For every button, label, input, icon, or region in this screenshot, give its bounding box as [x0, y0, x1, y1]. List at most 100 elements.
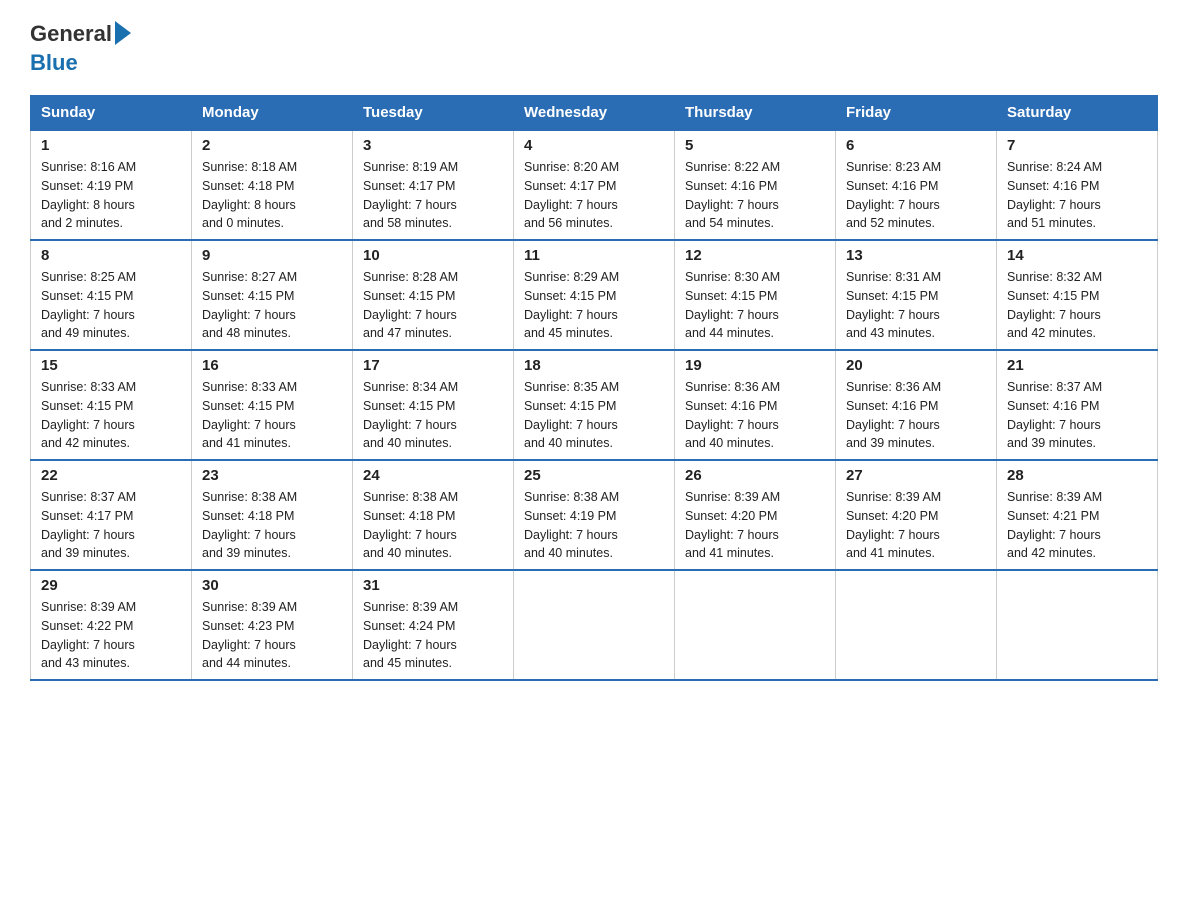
day-info: Sunrise: 8:36 AMSunset: 4:16 PMDaylight:… [846, 378, 986, 453]
day-number: 4 [524, 137, 664, 154]
day-info: Sunrise: 8:31 AMSunset: 4:15 PMDaylight:… [846, 268, 986, 343]
day-info: Sunrise: 8:36 AMSunset: 4:16 PMDaylight:… [685, 378, 825, 453]
day-info: Sunrise: 8:29 AMSunset: 4:15 PMDaylight:… [524, 268, 664, 343]
day-number: 19 [685, 357, 825, 374]
calendar-cell: 9 Sunrise: 8:27 AMSunset: 4:15 PMDayligh… [192, 240, 353, 350]
calendar-week-2: 8 Sunrise: 8:25 AMSunset: 4:15 PMDayligh… [31, 240, 1158, 350]
day-number: 24 [363, 467, 503, 484]
calendar-cell: 23 Sunrise: 8:38 AMSunset: 4:18 PMDaylig… [192, 460, 353, 570]
day-number: 28 [1007, 467, 1147, 484]
logo-blue: Blue [30, 50, 78, 75]
calendar-cell: 22 Sunrise: 8:37 AMSunset: 4:17 PMDaylig… [31, 460, 192, 570]
day-number: 30 [202, 577, 342, 594]
day-info: Sunrise: 8:32 AMSunset: 4:15 PMDaylight:… [1007, 268, 1147, 343]
calendar-cell: 5 Sunrise: 8:22 AMSunset: 4:16 PMDayligh… [675, 130, 836, 240]
day-number: 10 [363, 247, 503, 264]
day-number: 11 [524, 247, 664, 264]
calendar-cell: 14 Sunrise: 8:32 AMSunset: 4:15 PMDaylig… [997, 240, 1158, 350]
col-header-sunday: Sunday [31, 96, 192, 131]
day-number: 13 [846, 247, 986, 264]
day-info: Sunrise: 8:39 AMSunset: 4:20 PMDaylight:… [685, 488, 825, 563]
day-info: Sunrise: 8:22 AMSunset: 4:16 PMDaylight:… [685, 158, 825, 233]
calendar-cell [836, 570, 997, 680]
calendar-cell: 10 Sunrise: 8:28 AMSunset: 4:15 PMDaylig… [353, 240, 514, 350]
day-info: Sunrise: 8:37 AMSunset: 4:16 PMDaylight:… [1007, 378, 1147, 453]
calendar-cell: 31 Sunrise: 8:39 AMSunset: 4:24 PMDaylig… [353, 570, 514, 680]
calendar-week-5: 29 Sunrise: 8:39 AMSunset: 4:22 PMDaylig… [31, 570, 1158, 680]
calendar-cell: 26 Sunrise: 8:39 AMSunset: 4:20 PMDaylig… [675, 460, 836, 570]
day-info: Sunrise: 8:33 AMSunset: 4:15 PMDaylight:… [202, 378, 342, 453]
col-header-tuesday: Tuesday [353, 96, 514, 131]
logo-general: General [30, 21, 112, 46]
day-number: 6 [846, 137, 986, 154]
calendar-cell: 25 Sunrise: 8:38 AMSunset: 4:19 PMDaylig… [514, 460, 675, 570]
day-number: 31 [363, 577, 503, 594]
calendar-cell: 7 Sunrise: 8:24 AMSunset: 4:16 PMDayligh… [997, 130, 1158, 240]
calendar-cell: 1 Sunrise: 8:16 AMSunset: 4:19 PMDayligh… [31, 130, 192, 240]
day-number: 16 [202, 357, 342, 374]
calendar-week-1: 1 Sunrise: 8:16 AMSunset: 4:19 PMDayligh… [31, 130, 1158, 240]
day-number: 17 [363, 357, 503, 374]
day-info: Sunrise: 8:27 AMSunset: 4:15 PMDaylight:… [202, 268, 342, 343]
calendar-cell: 17 Sunrise: 8:34 AMSunset: 4:15 PMDaylig… [353, 350, 514, 460]
calendar-cell: 4 Sunrise: 8:20 AMSunset: 4:17 PMDayligh… [514, 130, 675, 240]
col-header-monday: Monday [192, 96, 353, 131]
day-info: Sunrise: 8:16 AMSunset: 4:19 PMDaylight:… [41, 158, 181, 233]
day-number: 23 [202, 467, 342, 484]
day-info: Sunrise: 8:33 AMSunset: 4:15 PMDaylight:… [41, 378, 181, 453]
calendar-cell: 2 Sunrise: 8:18 AMSunset: 4:18 PMDayligh… [192, 130, 353, 240]
day-info: Sunrise: 8:23 AMSunset: 4:16 PMDaylight:… [846, 158, 986, 233]
day-info: Sunrise: 8:35 AMSunset: 4:15 PMDaylight:… [524, 378, 664, 453]
calendar-cell: 13 Sunrise: 8:31 AMSunset: 4:15 PMDaylig… [836, 240, 997, 350]
day-number: 7 [1007, 137, 1147, 154]
day-info: Sunrise: 8:25 AMSunset: 4:15 PMDaylight:… [41, 268, 181, 343]
calendar-week-4: 22 Sunrise: 8:37 AMSunset: 4:17 PMDaylig… [31, 460, 1158, 570]
calendar-cell [997, 570, 1158, 680]
col-header-saturday: Saturday [997, 96, 1158, 131]
day-number: 27 [846, 467, 986, 484]
calendar-cell: 29 Sunrise: 8:39 AMSunset: 4:22 PMDaylig… [31, 570, 192, 680]
calendar-cell: 12 Sunrise: 8:30 AMSunset: 4:15 PMDaylig… [675, 240, 836, 350]
day-info: Sunrise: 8:39 AMSunset: 4:21 PMDaylight:… [1007, 488, 1147, 563]
calendar-cell: 20 Sunrise: 8:36 AMSunset: 4:16 PMDaylig… [836, 350, 997, 460]
day-info: Sunrise: 8:38 AMSunset: 4:18 PMDaylight:… [363, 488, 503, 563]
day-info: Sunrise: 8:38 AMSunset: 4:18 PMDaylight:… [202, 488, 342, 563]
col-header-wednesday: Wednesday [514, 96, 675, 131]
day-number: 14 [1007, 247, 1147, 264]
day-number: 21 [1007, 357, 1147, 374]
day-number: 3 [363, 137, 503, 154]
calendar-cell: 24 Sunrise: 8:38 AMSunset: 4:18 PMDaylig… [353, 460, 514, 570]
day-info: Sunrise: 8:39 AMSunset: 4:22 PMDaylight:… [41, 598, 181, 673]
day-info: Sunrise: 8:24 AMSunset: 4:16 PMDaylight:… [1007, 158, 1147, 233]
calendar-cell: 28 Sunrise: 8:39 AMSunset: 4:21 PMDaylig… [997, 460, 1158, 570]
calendar-cell: 16 Sunrise: 8:33 AMSunset: 4:15 PMDaylig… [192, 350, 353, 460]
calendar-cell: 3 Sunrise: 8:19 AMSunset: 4:17 PMDayligh… [353, 130, 514, 240]
day-info: Sunrise: 8:34 AMSunset: 4:15 PMDaylight:… [363, 378, 503, 453]
day-number: 26 [685, 467, 825, 484]
calendar-week-3: 15 Sunrise: 8:33 AMSunset: 4:15 PMDaylig… [31, 350, 1158, 460]
logo: General Blue [30, 20, 131, 77]
calendar-cell: 6 Sunrise: 8:23 AMSunset: 4:16 PMDayligh… [836, 130, 997, 240]
day-info: Sunrise: 8:30 AMSunset: 4:15 PMDaylight:… [685, 268, 825, 343]
calendar-table: SundayMondayTuesdayWednesdayThursdayFrid… [30, 95, 1158, 681]
day-number: 1 [41, 137, 181, 154]
day-info: Sunrise: 8:19 AMSunset: 4:17 PMDaylight:… [363, 158, 503, 233]
day-number: 12 [685, 247, 825, 264]
day-info: Sunrise: 8:39 AMSunset: 4:23 PMDaylight:… [202, 598, 342, 673]
page-header: General Blue [30, 20, 1158, 77]
day-number: 22 [41, 467, 181, 484]
day-info: Sunrise: 8:18 AMSunset: 4:18 PMDaylight:… [202, 158, 342, 233]
calendar-cell: 19 Sunrise: 8:36 AMSunset: 4:16 PMDaylig… [675, 350, 836, 460]
col-header-friday: Friday [836, 96, 997, 131]
calendar-cell: 30 Sunrise: 8:39 AMSunset: 4:23 PMDaylig… [192, 570, 353, 680]
day-number: 25 [524, 467, 664, 484]
day-number: 29 [41, 577, 181, 594]
calendar-cell [675, 570, 836, 680]
day-number: 2 [202, 137, 342, 154]
calendar-cell: 18 Sunrise: 8:35 AMSunset: 4:15 PMDaylig… [514, 350, 675, 460]
calendar-cell: 21 Sunrise: 8:37 AMSunset: 4:16 PMDaylig… [997, 350, 1158, 460]
day-number: 8 [41, 247, 181, 264]
day-info: Sunrise: 8:39 AMSunset: 4:24 PMDaylight:… [363, 598, 503, 673]
day-number: 15 [41, 357, 181, 374]
day-info: Sunrise: 8:37 AMSunset: 4:17 PMDaylight:… [41, 488, 181, 563]
